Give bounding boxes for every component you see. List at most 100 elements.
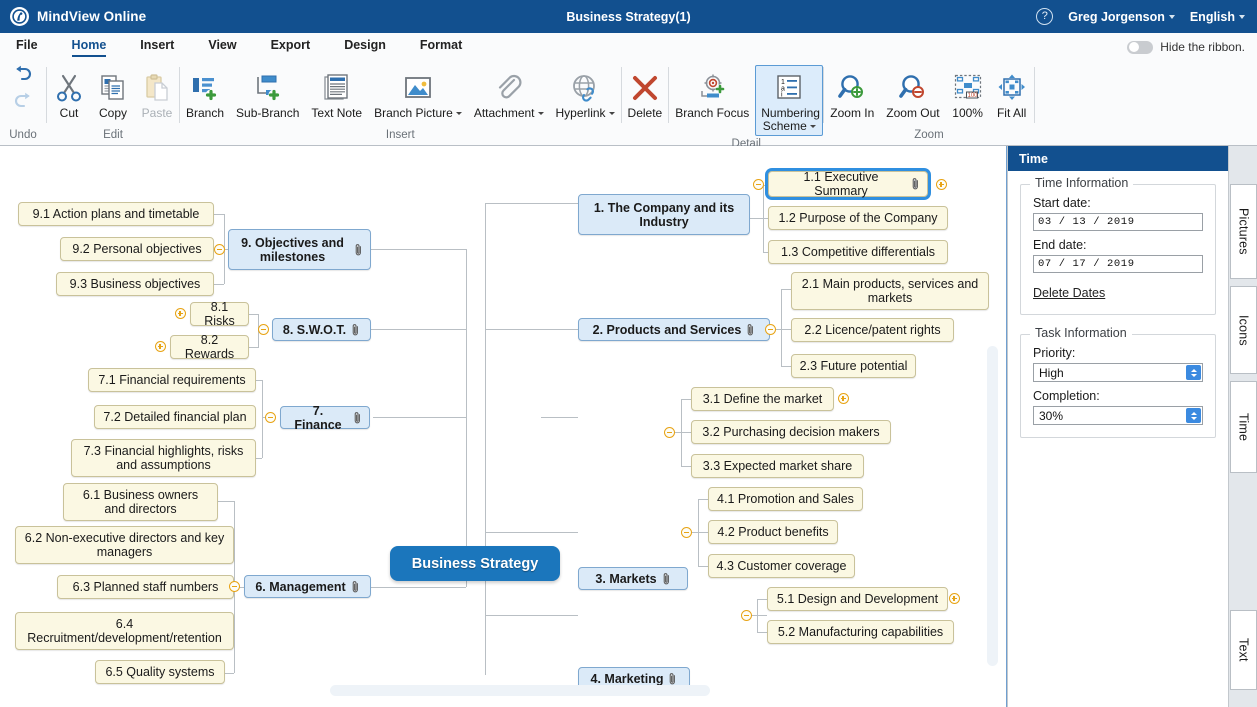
sub-node-5-1[interactable]: 5.1 Design and Development bbox=[767, 587, 948, 611]
language-menu[interactable]: English bbox=[1190, 10, 1245, 24]
main-node-9[interactable]: 9. Objectives and milestones bbox=[228, 229, 371, 270]
copy-button[interactable]: Copy bbox=[91, 65, 135, 123]
sub-node-6-5[interactable]: 6.5 Quality systems bbox=[95, 660, 225, 684]
side-tab-text[interactable]: Text bbox=[1230, 610, 1257, 690]
main-node-1[interactable]: 1. The Company and its Industry bbox=[578, 194, 750, 235]
sub-node-8-1[interactable]: 8.1 Risks bbox=[190, 300, 249, 328]
cut-button[interactable]: Cut bbox=[47, 65, 91, 123]
tab-view[interactable]: View bbox=[208, 38, 236, 57]
expand-dot-8-2[interactable] bbox=[155, 341, 166, 352]
collapse-dot-7[interactable] bbox=[265, 412, 276, 423]
branch-button[interactable]: Branch bbox=[180, 65, 230, 123]
collapse-dot-6[interactable] bbox=[229, 581, 240, 592]
start-date-input[interactable]: 03 / 13 / 2019 bbox=[1033, 213, 1203, 231]
side-tab-time[interactable]: Time bbox=[1230, 381, 1257, 473]
mindmap-canvas[interactable]: Business Strategy 1. The Company and its… bbox=[0, 146, 1007, 707]
sub-branch-button[interactable]: Sub-Branch bbox=[230, 65, 305, 123]
sub-node-6-4[interactable]: 6.4 Recruitment/development/retention bbox=[15, 612, 234, 650]
canvas-horizontal-scrollbar[interactable] bbox=[330, 685, 710, 696]
expand-dot-1-1[interactable] bbox=[753, 179, 764, 190]
branch-picture-button[interactable]: Branch Picture bbox=[368, 65, 468, 123]
priority-spinner[interactable] bbox=[1186, 365, 1201, 380]
collapse-dot-5[interactable] bbox=[741, 610, 752, 621]
side-tab-pictures[interactable]: Pictures bbox=[1230, 184, 1257, 279]
priority-select[interactable]: High bbox=[1033, 363, 1203, 382]
numbering-scheme-button[interactable]: 1 a i Numbering Scheme bbox=[755, 65, 824, 136]
sub-node-1-2-label: 1.2 Purpose of the Company bbox=[778, 211, 938, 225]
collapse-dot-9[interactable] bbox=[214, 244, 225, 255]
sub-node-9-1[interactable]: 9.1 Action plans and timetable bbox=[18, 202, 214, 226]
connector bbox=[356, 587, 466, 588]
sub-node-6-1[interactable]: 6.1 Business owners and directors bbox=[63, 483, 218, 521]
sub-node-1-3[interactable]: 1.3 Competitive differentials bbox=[768, 240, 948, 264]
completion-select[interactable]: 30% bbox=[1033, 406, 1203, 425]
collapse-dot-4[interactable] bbox=[681, 527, 692, 538]
expand-dot-8-1[interactable] bbox=[175, 308, 186, 319]
expand-dot-1-1-right[interactable] bbox=[936, 179, 947, 190]
delete-button[interactable]: Delete bbox=[622, 65, 669, 123]
canvas-vertical-scrollbar[interactable] bbox=[987, 346, 998, 666]
main-node-2[interactable]: 2. Products and Services bbox=[578, 318, 770, 341]
tab-home[interactable]: Home bbox=[71, 38, 107, 57]
sub-node-4-2[interactable]: 4.2 Product benefits bbox=[708, 520, 838, 544]
sub-node-9-2[interactable]: 9.2 Personal objectives bbox=[60, 237, 214, 261]
zoom-100-button[interactable]: 100 100% bbox=[946, 65, 990, 123]
root-node[interactable]: Business Strategy bbox=[390, 546, 560, 581]
brand: MindView Online bbox=[0, 7, 146, 26]
connector bbox=[371, 329, 466, 330]
sub-node-3-2[interactable]: 3.2 Purchasing decision makers bbox=[691, 420, 891, 444]
branch-focus-button[interactable]: Branch Focus bbox=[669, 65, 755, 123]
sub-node-4-1[interactable]: 4.1 Promotion and Sales bbox=[708, 487, 863, 511]
sub-node-2-3[interactable]: 2.3 Future potential bbox=[791, 354, 916, 378]
sub-node-3-3[interactable]: 3.3 Expected market share bbox=[691, 454, 864, 478]
paste-button[interactable]: Paste bbox=[135, 65, 179, 123]
main-node-6[interactable]: 6. Management bbox=[244, 575, 371, 598]
undo-button[interactable] bbox=[10, 63, 36, 88]
redo-button[interactable] bbox=[10, 90, 36, 115]
help-icon[interactable]: ? bbox=[1036, 8, 1054, 25]
tab-export[interactable]: Export bbox=[271, 38, 311, 57]
sub-node-5-2[interactable]: 5.2 Manufacturing capabilities bbox=[767, 620, 954, 644]
tab-design[interactable]: Design bbox=[344, 38, 386, 57]
collapse-dot-3[interactable] bbox=[664, 427, 675, 438]
sub-node-1-2[interactable]: 1.2 Purpose of the Company bbox=[768, 206, 948, 230]
delete-dates-link[interactable]: Delete Dates bbox=[1033, 286, 1105, 300]
sub-node-4-3[interactable]: 4.3 Customer coverage bbox=[708, 554, 855, 578]
hyperlink-button[interactable]: Hyperlink bbox=[550, 65, 621, 123]
tab-file[interactable]: File bbox=[16, 38, 38, 57]
side-tab-icons[interactable]: Icons bbox=[1230, 286, 1257, 374]
sub-node-7-1[interactable]: 7.1 Financial requirements bbox=[88, 368, 256, 392]
sub-node-3-1[interactable]: 3.1 Define the market bbox=[691, 387, 834, 411]
sub-node-7-2[interactable]: 7.2 Detailed financial plan bbox=[94, 405, 256, 429]
collapse-dot-2[interactable] bbox=[765, 324, 776, 335]
zoom-in-button[interactable]: Zoom In bbox=[824, 65, 880, 123]
attachment-button[interactable]: Attachment bbox=[468, 65, 550, 123]
zoom-out-button[interactable]: Zoom Out bbox=[880, 65, 945, 123]
text-note-button[interactable]: Text Note bbox=[305, 65, 368, 123]
main-node-3[interactable]: 3. Markets bbox=[578, 567, 688, 590]
expand-dot-5-1[interactable] bbox=[949, 593, 960, 604]
completion-spinner[interactable] bbox=[1186, 408, 1201, 423]
sub-node-7-3[interactable]: 7.3 Financial highlights, risks and assu… bbox=[71, 439, 256, 477]
sub-node-2-1[interactable]: 2.1 Main products, services and markets bbox=[791, 272, 989, 310]
hide-ribbon-toggle[interactable] bbox=[1127, 40, 1154, 54]
sub-node-8-2[interactable]: 8.2 Rewards bbox=[170, 333, 249, 361]
chevron-down-icon bbox=[1190, 416, 1197, 420]
sub-node-1-1[interactable]: 1.1 Executive Summary bbox=[768, 170, 928, 198]
main-node-8[interactable]: 8. S.W.O.T. bbox=[272, 318, 371, 341]
connector bbox=[681, 466, 691, 467]
sub-node-6-3[interactable]: 6.3 Planned staff numbers bbox=[57, 575, 234, 599]
expand-dot-3-1[interactable] bbox=[838, 393, 849, 404]
sub-node-2-2[interactable]: 2.2 Licence/patent rights bbox=[791, 318, 954, 342]
sub-node-9-3[interactable]: 9.3 Business objectives bbox=[56, 272, 214, 296]
main-node-3-label: 3. Markets bbox=[595, 571, 657, 586]
collapse-dot-8[interactable] bbox=[258, 324, 269, 335]
main-node-7[interactable]: 7. Finance bbox=[280, 404, 370, 432]
fit-all-button[interactable]: Fit All bbox=[990, 65, 1034, 123]
sub-node-6-2[interactable]: 6.2 Non-executive directors and key mana… bbox=[15, 526, 234, 564]
title-bar-actions: ? Greg Jorgenson English bbox=[1036, 8, 1257, 25]
user-menu[interactable]: Greg Jorgenson bbox=[1068, 10, 1175, 24]
tab-format[interactable]: Format bbox=[420, 38, 462, 57]
tab-insert[interactable]: Insert bbox=[140, 38, 174, 57]
end-date-input[interactable]: 07 / 17 / 2019 bbox=[1033, 255, 1203, 273]
